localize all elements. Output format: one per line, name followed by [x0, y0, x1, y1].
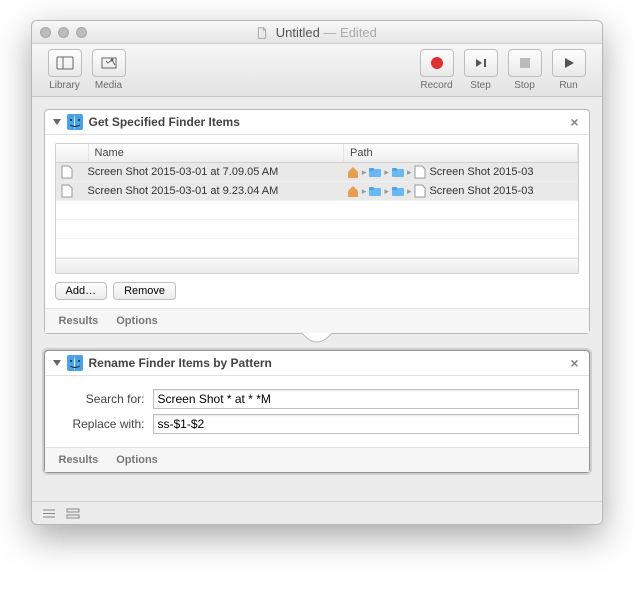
- toolbar: Library Media Record Step Stop Run: [32, 44, 602, 97]
- search-for-input[interactable]: [153, 389, 579, 409]
- run-icon: [562, 56, 576, 70]
- record-button[interactable]: Record: [416, 49, 458, 91]
- finder-icon: [67, 355, 83, 371]
- titlebar: Untitled — Edited: [32, 21, 602, 44]
- record-icon: [430, 56, 444, 70]
- library-button[interactable]: Library: [44, 49, 86, 91]
- action-rename-finder-items: Rename Finder Items by Pattern × Search …: [44, 350, 590, 473]
- search-for-label: Search for:: [55, 392, 153, 406]
- flow-view-icon[interactable]: [66, 508, 80, 519]
- status-bar: [32, 501, 602, 524]
- disclosure-triangle[interactable]: [53, 119, 61, 125]
- library-icon: [56, 56, 74, 70]
- table-header: Name Path: [56, 144, 578, 163]
- options-tab[interactable]: Options: [116, 454, 158, 466]
- items-table: Name Path Screen Shot 2015-03-01 at 7.09…: [55, 143, 579, 274]
- column-name[interactable]: Name: [89, 144, 345, 162]
- connector-icon: [302, 333, 332, 347]
- add-button[interactable]: Add…: [55, 282, 108, 300]
- disclosure-triangle[interactable]: [53, 360, 61, 366]
- workflow-area: Get Specified Finder Items × Name Path S…: [32, 97, 602, 501]
- file-icon: [60, 165, 74, 179]
- file-icon: [413, 165, 427, 179]
- folder-icon: [368, 165, 382, 179]
- options-tab[interactable]: Options: [116, 315, 158, 327]
- media-icon: [100, 56, 118, 70]
- table-row[interactable]: Screen Shot 2015-03-01 at 9.23.04 AM ▸ ▸…: [56, 182, 578, 201]
- column-path[interactable]: Path: [344, 144, 577, 162]
- folder-icon: [391, 184, 405, 198]
- run-button[interactable]: Run: [548, 49, 590, 91]
- document-icon: [256, 27, 268, 39]
- action-title: Rename Finder Items by Pattern: [89, 356, 272, 370]
- file-icon: [413, 184, 427, 198]
- remove-button[interactable]: Remove: [113, 282, 176, 300]
- edited-indicator: — Edited: [323, 25, 376, 40]
- step-button[interactable]: Step: [460, 49, 502, 91]
- finder-icon: [67, 114, 83, 130]
- results-tab[interactable]: Results: [59, 315, 99, 327]
- media-button[interactable]: Media: [88, 49, 130, 91]
- folder-icon: [391, 165, 405, 179]
- stop-icon: [518, 56, 532, 70]
- stop-button[interactable]: Stop: [504, 49, 546, 91]
- path-breadcrumb: ▸ ▸ ▸ Screen Shot 2015-03: [346, 184, 574, 198]
- step-icon: [473, 56, 489, 70]
- list-view-icon[interactable]: [42, 508, 56, 519]
- traffic-zoom[interactable]: [76, 27, 87, 38]
- home-icon: [346, 184, 360, 198]
- window-title: Untitled: [276, 25, 320, 40]
- replace-with-label: Replace with:: [55, 417, 153, 431]
- traffic-minimize[interactable]: [58, 27, 69, 38]
- action-get-specified-finder-items: Get Specified Finder Items × Name Path S…: [44, 109, 590, 334]
- results-tab[interactable]: Results: [59, 454, 99, 466]
- action-title: Get Specified Finder Items: [89, 115, 240, 129]
- path-breadcrumb: ▸ ▸ ▸ Screen Shot 2015-03: [346, 165, 574, 179]
- close-icon[interactable]: ×: [566, 114, 582, 130]
- home-icon: [346, 165, 360, 179]
- replace-with-input[interactable]: [153, 414, 579, 434]
- close-icon[interactable]: ×: [566, 355, 582, 371]
- horizontal-scrollbar[interactable]: [56, 258, 578, 273]
- automator-window: Untitled — Edited Library Media Record S…: [31, 20, 603, 525]
- folder-icon: [368, 184, 382, 198]
- table-row[interactable]: Screen Shot 2015-03-01 at 7.09.05 AM ▸ ▸…: [56, 163, 578, 182]
- traffic-close[interactable]: [40, 27, 51, 38]
- file-icon: [60, 184, 74, 198]
